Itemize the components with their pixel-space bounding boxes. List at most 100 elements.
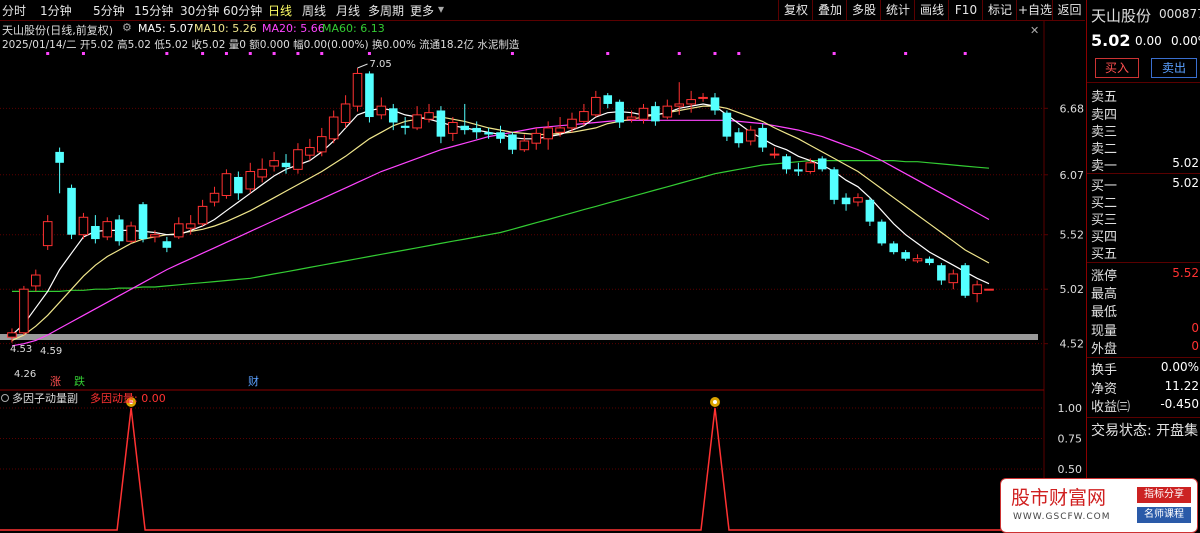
candle [769,147,780,159]
signal-dot [46,52,50,55]
signal-dot [272,52,276,55]
candle [937,263,946,285]
candle-body [138,204,148,240]
candle-body [603,95,613,104]
buy-button[interactable]: 买入 [1095,58,1139,78]
candle-body [531,132,542,144]
candle [7,328,17,343]
candle [794,162,803,176]
candle-body [841,197,851,205]
signal-dot [165,52,169,55]
limit-up-value: 5.52 [1172,266,1199,280]
tag-down: 跌 [74,374,85,388]
candle [925,256,934,266]
price-tick-label: 5.52 [1060,229,1085,242]
candle [531,127,542,150]
tab-5min[interactable]: 5分钟 [93,2,125,19]
stock-code: 000877 [1159,7,1200,21]
high-pointer [357,63,368,69]
candle-body [972,284,982,295]
candle-body [865,199,875,222]
candle-body [388,108,398,123]
outer-volume-label: 外盘 [1091,342,1118,357]
candle-body [901,252,910,259]
tab-fenshi[interactable]: 分时 [2,2,26,19]
sell-button[interactable]: 卖出 [1151,58,1197,78]
candle-body [126,225,136,242]
divider [1087,417,1200,418]
candle [234,171,243,200]
signal-dot [367,52,371,55]
candle-body [674,103,685,107]
tab-1min[interactable]: 1分钟 [40,2,72,19]
candle [984,288,994,291]
candle-body [269,160,279,167]
candle-body [42,221,53,247]
candle [960,263,970,298]
candle-body [472,127,481,133]
tab-30min[interactable]: 30分钟 [180,2,219,19]
candle-body [162,241,172,248]
candle [328,110,339,144]
candle-body [30,274,41,287]
watermark-title: 股市财富网 [1011,487,1107,509]
kline-chart[interactable]: 6.68 6.07 5.52 5.02 4.52 1.00 0.75 0.50 7.05 4.5… [0,20,1085,533]
candle [877,219,887,246]
candle-body [651,106,660,122]
candle [543,121,553,150]
multi-stock-button[interactable]: 多股 [846,0,881,20]
tab-daily[interactable]: 日线 [268,2,292,19]
turnover-value: 0.00% [1160,360,1199,374]
more-dropdown-icon[interactable]: ▾ [438,2,444,16]
signal-dot [606,52,610,55]
candle-body [626,116,637,120]
candle-body [686,99,696,105]
fuquan-button[interactable]: 复权 [778,0,813,20]
candle-body [221,173,232,196]
current-price: 5.02 [1091,31,1131,50]
back-button[interactable]: 返回 [1052,0,1086,20]
candle [603,93,613,109]
candle [114,215,124,246]
low-price-label-c: 4.26 [14,369,36,380]
price-tick-label: 5.02 [1060,283,1085,296]
candle-body [316,136,327,153]
candle [221,169,232,199]
divider [1087,262,1200,263]
candle [734,127,744,148]
signal-dot [224,52,228,55]
signal-dot [963,52,967,55]
candle [102,217,113,241]
period-toolbar: 分时 1分钟 5分钟 15分钟 30分钟 60分钟 日线 周线 月线 多周期 更… [0,0,1085,21]
tab-15min[interactable]: 15分钟 [134,2,173,19]
low-price-label-a: 4.53 [10,344,32,355]
candle-body [484,132,493,135]
mark-button[interactable]: 标记 [982,0,1017,20]
candle [722,110,732,142]
candle-body [817,158,827,170]
tab-more[interactable]: 更多 [410,2,434,19]
candle [269,151,279,172]
f10-button[interactable]: F10 [948,0,983,20]
statistics-button[interactable]: 统计 [880,0,915,20]
overlay-button[interactable]: 叠加 [812,0,847,20]
candle-body [365,73,374,118]
tab-multi-period[interactable]: 多周期 [368,2,404,19]
candle [197,199,208,226]
price-tick-label: 6.07 [1060,169,1085,182]
tab-60min[interactable]: 60分钟 [223,2,262,19]
add-watchlist-button[interactable]: +自选 [1016,0,1053,20]
candle-body [794,169,803,172]
draw-line-button[interactable]: 画线 [914,0,949,20]
candle-body [78,216,89,236]
tab-monthly[interactable]: 月线 [336,2,360,19]
tab-weekly[interactable]: 周线 [302,2,326,19]
candle-body [352,72,363,107]
price-change-pct: 0.00% [1171,34,1200,48]
tag-finance: 财 [248,374,259,388]
pane-separator [0,334,1038,340]
indicator-title: 多因子动量副 [12,391,78,405]
candle [67,184,76,240]
money-bag-icon-mark [712,400,717,404]
candle-body [519,140,530,151]
